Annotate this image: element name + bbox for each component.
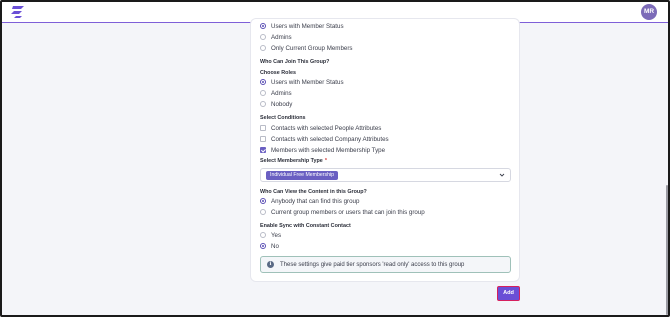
radio-icon[interactable] <box>260 23 266 29</box>
condition-membership-type[interactable]: Members with selected Membership Type <box>260 145 385 155</box>
chevron-down-icon[interactable] <box>499 172 505 178</box>
sync-option-yes[interactable]: Yes <box>260 230 281 240</box>
option-label: Admins <box>271 33 292 41</box>
info-message: These settings give paid tier sponsors '… <box>280 261 465 268</box>
condition-company-attributes[interactable]: Contacts with selected Company Attribute… <box>260 134 389 144</box>
option-label: Anybody that can find this group <box>271 197 360 205</box>
visibility-option-admins[interactable]: Admins <box>260 32 292 42</box>
sync-heading: Enable Sync with Constant Contact <box>260 223 351 229</box>
option-label: Contacts with selected People Attributes <box>271 124 382 132</box>
radio-icon[interactable] <box>260 232 266 238</box>
option-label: No <box>271 242 279 250</box>
role-option-member-status[interactable]: Users with Member Status <box>260 77 344 87</box>
option-label: Nobody <box>271 100 293 108</box>
view-content-heading: Who Can View the Content in this Group? <box>260 189 367 195</box>
radio-icon[interactable] <box>260 101 266 107</box>
info-icon: i <box>267 261 274 268</box>
radio-icon[interactable] <box>260 209 266 215</box>
radio-icon[interactable] <box>260 243 266 249</box>
sync-option-no[interactable]: No <box>260 241 279 251</box>
checkbox-icon[interactable] <box>260 125 266 131</box>
role-option-nobody[interactable]: Nobody <box>260 99 292 109</box>
info-banner: i These settings give paid tier sponsors… <box>260 256 511 273</box>
option-label: Admins <box>271 89 292 97</box>
view-option-current-members[interactable]: Current group members or users that can … <box>260 207 425 217</box>
choose-roles-label: Choose Roles <box>260 70 296 76</box>
radio-icon[interactable] <box>260 198 266 204</box>
option-label: Yes <box>271 231 282 239</box>
membership-type-chip[interactable]: Individual Free Membership <box>266 171 339 180</box>
radio-icon[interactable] <box>260 90 266 96</box>
visibility-option-current-members[interactable]: Only Current Group Members <box>260 43 353 53</box>
scrollbar[interactable] <box>666 185 668 315</box>
user-avatar[interactable]: MR <box>641 4 657 20</box>
membership-type-label-text: Select Membership Type <box>260 158 323 164</box>
app-frame: MR Users with Member Status Admins Only … <box>0 0 670 317</box>
add-button[interactable]: Add <box>497 286 520 301</box>
group-settings-card: Users with Member Status Admins Only Cur… <box>250 18 520 282</box>
membership-type-select[interactable]: Individual Free Membership <box>260 168 511 182</box>
radio-icon[interactable] <box>260 79 266 85</box>
app-logo-icon[interactable] <box>10 5 26 19</box>
radio-icon[interactable] <box>260 34 266 40</box>
condition-people-attributes[interactable]: Contacts with selected People Attributes <box>260 123 381 133</box>
option-label: Current group members or users that can … <box>271 208 425 216</box>
option-label: Members with selected Membership Type <box>271 146 386 154</box>
option-label: Users with Member Status <box>271 22 344 30</box>
visibility-option-member-status[interactable]: Users with Member Status <box>260 21 344 31</box>
option-label: Only Current Group Members <box>271 44 353 52</box>
option-label: Contacts with selected Company Attribute… <box>271 135 389 143</box>
radio-icon[interactable] <box>260 45 266 51</box>
select-conditions-label: Select Conditions <box>260 115 306 121</box>
option-label: Users with Member Status <box>271 78 344 86</box>
checkbox-checked-icon[interactable] <box>260 147 266 153</box>
membership-type-label: Select Membership Type * <box>260 158 327 164</box>
required-marker: * <box>324 158 327 164</box>
who-can-join-heading: Who Can Join This Group? <box>260 59 330 65</box>
role-option-admins[interactable]: Admins <box>260 88 292 98</box>
view-option-anybody[interactable]: Anybody that can find this group <box>260 196 359 206</box>
checkbox-icon[interactable] <box>260 136 266 142</box>
